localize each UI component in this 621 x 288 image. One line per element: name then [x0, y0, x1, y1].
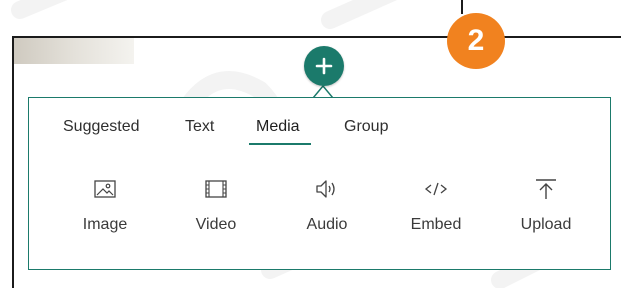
plus-icon [315, 57, 333, 75]
background-image [14, 38, 134, 64]
embed-icon [424, 182, 448, 196]
image-icon [94, 180, 116, 198]
step-number: 2 [467, 24, 485, 57]
add-section-button[interactable] [304, 46, 344, 86]
media-tiles: Image Video Audio Embed Upload [29, 176, 612, 246]
tab-suggested[interactable]: Suggested [63, 118, 140, 136]
upload-tile[interactable]: Upload [501, 176, 591, 246]
tile-label-video: Video [195, 216, 237, 233]
tab-text[interactable]: Text [185, 118, 214, 136]
audio-icon [316, 180, 335, 198]
toolbox-panel: Suggested Text Media Group Image Video A… [28, 97, 611, 270]
image-tile[interactable]: Image [60, 176, 150, 246]
step-badge: 2 [447, 13, 505, 69]
video-tile[interactable]: Video [171, 176, 261, 246]
video-icon [205, 180, 227, 198]
active-tab-indicator [249, 143, 311, 145]
tile-label-audio: Audio [306, 216, 348, 233]
tile-label-upload: Upload [520, 216, 572, 233]
audio-tile[interactable]: Audio [282, 176, 372, 246]
tile-label-embed: Embed [410, 216, 462, 233]
tab-media[interactable]: Media [256, 118, 300, 136]
tab-group[interactable]: Group [344, 118, 388, 136]
canvas-border-left [12, 36, 14, 288]
frame-line [461, 0, 463, 14]
tile-label-image: Image [82, 216, 128, 233]
upload-icon [536, 179, 556, 199]
embed-tile[interactable]: Embed [391, 176, 481, 246]
